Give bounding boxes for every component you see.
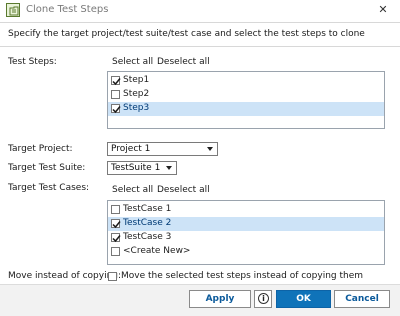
apply-button[interactable]: Apply xyxy=(189,290,251,308)
step1-label: Step1 xyxy=(123,75,150,85)
chevron-down-icon xyxy=(207,147,213,151)
list-item[interactable]: TestCase 2 xyxy=(108,217,384,231)
list-item[interactable]: Step1 xyxy=(108,74,384,88)
cases-deselect-all-link[interactable]: Deselect all xyxy=(157,185,210,195)
window-title: Clone Test Steps xyxy=(26,4,109,15)
cases-select-all-link[interactable]: Select all xyxy=(112,185,153,195)
steps-deselect-all-link[interactable]: Deselect all xyxy=(157,57,210,67)
target-project-select[interactable]: Project 1 xyxy=(107,142,218,156)
target-project-value: Project 1 xyxy=(111,144,151,154)
ok-button[interactable]: OK xyxy=(276,290,331,308)
target-suite-value: TestSuite 1 xyxy=(111,163,161,173)
list-item[interactable]: Step2 xyxy=(108,88,384,102)
target-test-cases-label: Target Test Cases: xyxy=(8,183,90,193)
testcase1-label: TestCase 1 xyxy=(123,204,172,214)
close-icon[interactable]: ✕ xyxy=(374,2,392,18)
app-icon xyxy=(6,3,20,17)
move-checkbox[interactable] xyxy=(108,272,117,281)
move-label: Move instead of copying: xyxy=(8,271,122,281)
target-project-label: Target Project: xyxy=(8,144,73,154)
testcase3-checkbox[interactable] xyxy=(111,233,121,243)
list-item[interactable]: TestCase 3 xyxy=(108,231,384,245)
step3-checkbox[interactable] xyxy=(111,104,121,114)
chevron-down-icon xyxy=(166,166,172,170)
step2-label: Step2 xyxy=(123,89,150,99)
steps-select-all-link[interactable]: Select all xyxy=(112,57,153,67)
target-suite-label: Target Test Suite: xyxy=(8,163,86,173)
testcase3-label: TestCase 3 xyxy=(123,232,172,242)
step2-checkbox[interactable] xyxy=(111,90,120,99)
title-separator xyxy=(0,22,400,23)
move-checkbox-text: Move the selected test steps instead of … xyxy=(121,271,364,281)
instruction-separator xyxy=(0,46,400,47)
list-item[interactable]: <Create New> xyxy=(108,245,384,259)
test-steps-label: Test Steps: xyxy=(8,57,57,67)
testcase2-checkbox[interactable] xyxy=(111,219,121,229)
create-new-checkbox[interactable] xyxy=(111,247,120,256)
list-item[interactable]: TestCase 1 xyxy=(108,203,384,217)
cancel-button[interactable]: Cancel xyxy=(334,290,390,308)
info-button[interactable]: i xyxy=(254,290,272,308)
info-icon: i xyxy=(258,293,269,304)
target-suite-select[interactable]: TestSuite 1 xyxy=(107,161,177,175)
clone-test-steps-dialog: Clone Test Steps ✕ Specify the target pr… xyxy=(0,0,400,316)
title-bar: Clone Test Steps ✕ xyxy=(0,0,400,22)
test-cases-list: TestCase 1 TestCase 2 TestCase 3 <Create… xyxy=(107,200,385,265)
step3-label: Step3 xyxy=(123,103,150,113)
list-item[interactable]: Step3 xyxy=(108,102,384,116)
instruction-text: Specify the target project/test suite/te… xyxy=(8,29,365,39)
testcase1-checkbox[interactable] xyxy=(111,205,120,214)
step1-checkbox[interactable] xyxy=(111,76,121,86)
create-new-label: <Create New> xyxy=(123,246,191,256)
test-steps-list: Step1 Step2 Step3 xyxy=(107,71,385,129)
testcase2-label: TestCase 2 xyxy=(123,218,172,228)
